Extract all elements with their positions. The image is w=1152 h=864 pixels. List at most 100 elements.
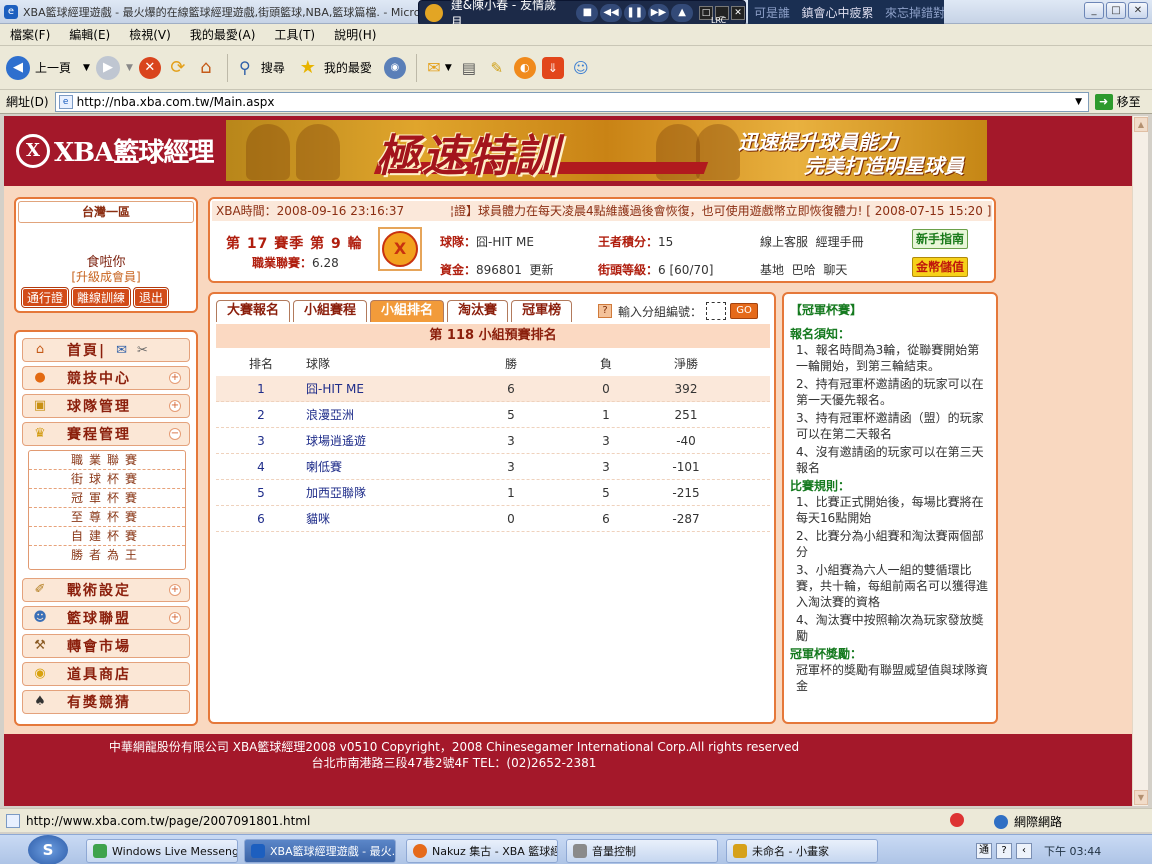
forward-button[interactable]: ▶ ▼ bbox=[95, 55, 133, 80]
menu-favorites[interactable]: 我的最愛(A) bbox=[190, 26, 256, 43]
team-logo[interactable]: X bbox=[378, 227, 422, 271]
online-service-link[interactable]: 線上客服 bbox=[760, 235, 808, 249]
expand-icon[interactable]: + bbox=[169, 400, 181, 412]
menu-file[interactable]: 檔案(F) bbox=[10, 26, 50, 43]
menu-view[interactable]: 檢視(V) bbox=[129, 26, 171, 43]
tools-icon[interactable]: ✂ bbox=[137, 343, 148, 358]
submenu-street-cup[interactable]: 街球杯賽 bbox=[29, 470, 185, 489]
ime-icon[interactable]: 通 bbox=[976, 843, 992, 859]
submenu-winner-king[interactable]: 勝者為王 bbox=[29, 546, 185, 565]
addon-button-2[interactable]: ⇓ bbox=[541, 56, 564, 79]
start-button[interactable]: S bbox=[28, 835, 68, 864]
base-link[interactable]: 基地 bbox=[760, 263, 784, 277]
passport-button[interactable]: 通行證 bbox=[20, 287, 70, 308]
expand-icon[interactable]: + bbox=[169, 612, 181, 624]
nav-guess[interactable]: ♠ 有獎競猜 bbox=[22, 690, 190, 714]
home-button[interactable]: ⌂ bbox=[195, 57, 217, 79]
addon-button-1[interactable]: ◐ bbox=[513, 56, 536, 79]
edit-button[interactable]: ✎ bbox=[486, 57, 508, 79]
minimize-button[interactable]: _ bbox=[1084, 2, 1104, 19]
task-paint[interactable]: 未命名 - 小畫家 bbox=[726, 839, 878, 863]
back-dropdown-icon[interactable]: ▼ bbox=[83, 63, 90, 73]
tab-registration[interactable]: 大賽報名 bbox=[216, 300, 291, 322]
messenger-button[interactable]: ☺ bbox=[570, 57, 592, 79]
nav-team[interactable]: ▣ 球隊管理 + bbox=[22, 394, 190, 418]
logout-button[interactable]: 退出 bbox=[133, 287, 170, 308]
menu-help[interactable]: 說明(H) bbox=[334, 26, 376, 43]
nav-home[interactable]: ⌂ 首頁| ✉ ✂ bbox=[22, 338, 190, 362]
submenu-supreme-cup[interactable]: 至尊杯賽 bbox=[29, 508, 185, 527]
help-icon[interactable]: ? bbox=[598, 304, 612, 318]
media-eject-button[interactable]: ▲ bbox=[671, 4, 693, 22]
scroll-down-icon[interactable]: ▼ bbox=[1134, 790, 1148, 805]
submenu-pro-league[interactable]: 職業聯賽 bbox=[29, 451, 185, 470]
nav-league[interactable]: ☻ 籃球聯盟 + bbox=[22, 606, 190, 630]
nav-tactics[interactable]: ✐ 戰術設定 + bbox=[22, 578, 190, 602]
task-messenger[interactable]: Windows Live Messenger bbox=[86, 839, 238, 863]
media-prev-button[interactable]: ◀◀ bbox=[600, 4, 622, 22]
stop-button[interactable]: ✕ bbox=[138, 56, 161, 79]
team-link[interactable]: 喇低賽 bbox=[306, 458, 456, 475]
media-close-button[interactable]: ✕ bbox=[731, 6, 745, 20]
tab-knockout[interactable]: 淘汰賽 bbox=[447, 300, 509, 322]
nav-transfer[interactable]: ⚒ 轉會市場 bbox=[22, 634, 190, 658]
team-link[interactable]: 囧-HIT ME bbox=[306, 380, 456, 397]
site-logo[interactable]: X XBA籃球經理 bbox=[16, 132, 214, 169]
close-button[interactable]: ✕ bbox=[1128, 2, 1148, 19]
group-go-button[interactable]: GO bbox=[730, 303, 759, 319]
address-dropdown-icon[interactable]: ▼ bbox=[1072, 94, 1086, 110]
upgrade-member-link[interactable]: [升級成會員] bbox=[16, 268, 196, 285]
media-next-button[interactable]: ▶▶ bbox=[647, 4, 670, 22]
tab-group-schedule[interactable]: 小組賽程 bbox=[293, 300, 368, 322]
expand-icon[interactable]: + bbox=[169, 372, 181, 384]
nav-shop[interactable]: ◉ 道具商店 bbox=[22, 662, 190, 686]
chat-link[interactable]: 聊天 bbox=[823, 263, 847, 277]
team-link[interactable]: 加西亞聯隊 bbox=[306, 484, 456, 501]
offline-training-button[interactable]: 離線訓練 bbox=[71, 287, 132, 308]
tray-chevron-icon[interactable]: ‹ bbox=[1016, 843, 1032, 859]
team-link[interactable]: 浪漫亞洲 bbox=[306, 406, 456, 423]
tab-champions[interactable]: 冠軍榜 bbox=[511, 300, 573, 322]
media-pause-button[interactable]: ❚❚ bbox=[623, 4, 646, 22]
newbie-guide-button[interactable]: 新手指南 bbox=[912, 229, 969, 249]
menu-edit[interactable]: 編輯(E) bbox=[69, 26, 110, 43]
submenu-champion-cup[interactable]: 冠軍杯賽 bbox=[29, 489, 185, 508]
task-xba-browser[interactable]: XBA籃球經理遊戲 - 最火... bbox=[244, 839, 396, 863]
scrolling-notice[interactable]: ¦證】球員體力在每天凌晨4點維護過後會恢復，也可使用遊戲幣立即恢復體力! [ 2… bbox=[450, 201, 991, 221]
team-link[interactable]: 貓咪 bbox=[306, 510, 456, 527]
update-link[interactable]: 更新 bbox=[529, 263, 553, 277]
go-button[interactable]: ➜ 移至 bbox=[1094, 93, 1141, 110]
forward-dropdown-icon[interactable]: ▼ bbox=[126, 63, 133, 73]
vertical-scrollbar[interactable]: ▲ ▼ bbox=[1132, 116, 1148, 806]
task-firefox[interactable]: Nakuz 集古 - XBA 籃球經... bbox=[406, 839, 558, 863]
tab-group-ranking[interactable]: 小組排名 bbox=[370, 300, 445, 322]
search-button[interactable]: ⚲ 搜尋 bbox=[234, 57, 285, 79]
promo-banner[interactable]: 極速特訓 迅速提升球員能力 完美打造明星球員 bbox=[226, 120, 987, 181]
expand-icon[interactable]: + bbox=[169, 584, 181, 596]
address-input[interactable]: e http://nba.xba.com.tw/Main.aspx ▼ bbox=[54, 91, 1089, 112]
mail-button[interactable]: ✉ ▼ bbox=[423, 57, 452, 79]
media-button[interactable]: ◉ bbox=[383, 56, 406, 79]
group-number-input[interactable] bbox=[706, 302, 727, 320]
mail-dropdown-icon[interactable]: ▼ bbox=[445, 63, 452, 73]
refresh-button[interactable]: ⟳ bbox=[167, 57, 189, 79]
print-button[interactable]: ▤ bbox=[458, 57, 480, 79]
address-url[interactable]: http://nba.xba.com.tw/Main.aspx bbox=[77, 95, 275, 109]
team-link[interactable]: 球場逍遙遊 bbox=[306, 432, 456, 449]
task-volume[interactable]: 音量控制 bbox=[566, 839, 718, 863]
nav-schedule[interactable]: ♛ 賽程管理 − bbox=[22, 422, 190, 446]
nav-arena[interactable]: ● 競技中心 + bbox=[22, 366, 190, 390]
scroll-up-icon[interactable]: ▲ bbox=[1134, 117, 1148, 132]
back-button[interactable]: ◀ 上一頁 ▼ bbox=[6, 55, 90, 80]
maximize-button[interactable]: □ bbox=[1106, 2, 1126, 19]
favorites-button[interactable]: ★ 我的最愛 bbox=[297, 57, 372, 79]
media-stop-button[interactable]: ■ bbox=[576, 4, 599, 22]
submenu-custom-cup[interactable]: 自建杯賽 bbox=[29, 527, 185, 546]
collapse-icon[interactable]: − bbox=[169, 428, 181, 440]
manual-link[interactable]: 經理手冊 bbox=[816, 235, 864, 249]
gold-topup-button[interactable]: 金幣儲值 bbox=[912, 257, 969, 277]
menu-tools[interactable]: 工具(T) bbox=[274, 26, 315, 43]
help-icon[interactable]: ? bbox=[996, 843, 1012, 859]
mail-icon[interactable]: ✉ bbox=[116, 343, 127, 358]
bahamut-link[interactable]: 巴哈 bbox=[792, 263, 816, 277]
